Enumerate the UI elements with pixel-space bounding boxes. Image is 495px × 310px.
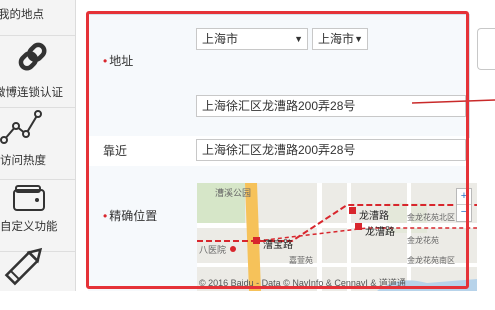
chevron-down-icon: ▼ [294, 34, 303, 44]
sidebar-item-label: 访问热度 [0, 155, 46, 167]
pencil-icon [0, 238, 75, 294]
required-mark: • [103, 209, 108, 223]
nearby-input[interactable]: 上海徐汇区龙漕路200弄28号 [196, 139, 466, 161]
right-panel-edge [477, 28, 495, 70]
map-label: 金龙花苑南区 [407, 256, 455, 265]
province-select-value: 上海市 [202, 32, 239, 46]
map-label: 嘉萱苑 [289, 256, 313, 265]
sidebar: 我的地点 微博连锁认证 访问热度 自定义功能 [0, 0, 76, 291]
sidebar-item-label: 我的地点 [0, 9, 44, 21]
map-zoom-control: + − [456, 188, 472, 222]
zoom-out-button[interactable]: − [457, 205, 471, 220]
map-copyright: © 2016 Baidu - Data © NavInfo & CennavI … [199, 278, 406, 288]
map-metro-station-marker [349, 207, 356, 214]
annotation-arrow [412, 99, 495, 104]
map-label: 八医院 [199, 245, 227, 255]
map-metro-station-marker [355, 223, 362, 230]
location-map[interactable]: 漕溪公园 龙漕路 龙漕路 漕宝路 金龙花苑北区 金龙花苑 八医院 嘉萱苑 金龙花… [197, 183, 477, 291]
map-metro-station-marker [253, 237, 260, 244]
address-label-text: 地址 [109, 54, 134, 68]
sidebar-item-visit-heat[interactable]: 访问热度 [0, 108, 75, 180]
map-label: 金龙花苑 [407, 236, 439, 245]
map-label: 金龙花苑北区 [407, 213, 455, 222]
zoom-in-button[interactable]: + [457, 189, 471, 205]
location-label: • 精确位置 [103, 207, 157, 224]
wallet-icon [0, 180, 75, 223]
city-select-value: 上海市 [318, 32, 355, 46]
chevron-down-icon: ▼ [354, 34, 363, 44]
trend-chart-icon [0, 108, 75, 151]
sidebar-item-my-places[interactable]: 我的地点 [0, 0, 75, 36]
address-label: • 地址 [103, 52, 133, 69]
location-label-text: 精确位置 [109, 209, 158, 223]
map-label: 龙漕路 [359, 211, 389, 222]
map-hospital-marker [230, 246, 236, 252]
sidebar-item-edit[interactable] [0, 238, 75, 310]
map-label: 龙漕路 [365, 227, 395, 238]
city-select[interactable]: 上海市 ▼ [312, 28, 368, 50]
required-mark: • [103, 54, 108, 68]
nearby-label: 靠近 [103, 144, 128, 158]
map-label: 漕溪公园 [215, 188, 252, 198]
province-select[interactable]: 上海市 ▼ [196, 28, 308, 50]
sidebar-item-label: 自定义功能 [0, 221, 58, 233]
sidebar-item-label: 微博连锁认证 [0, 87, 63, 99]
map-label: 漕宝路 [263, 240, 293, 251]
sidebar-item-weibo-chain[interactable]: 微博连锁认证 [0, 36, 75, 108]
link-icon [0, 36, 75, 84]
